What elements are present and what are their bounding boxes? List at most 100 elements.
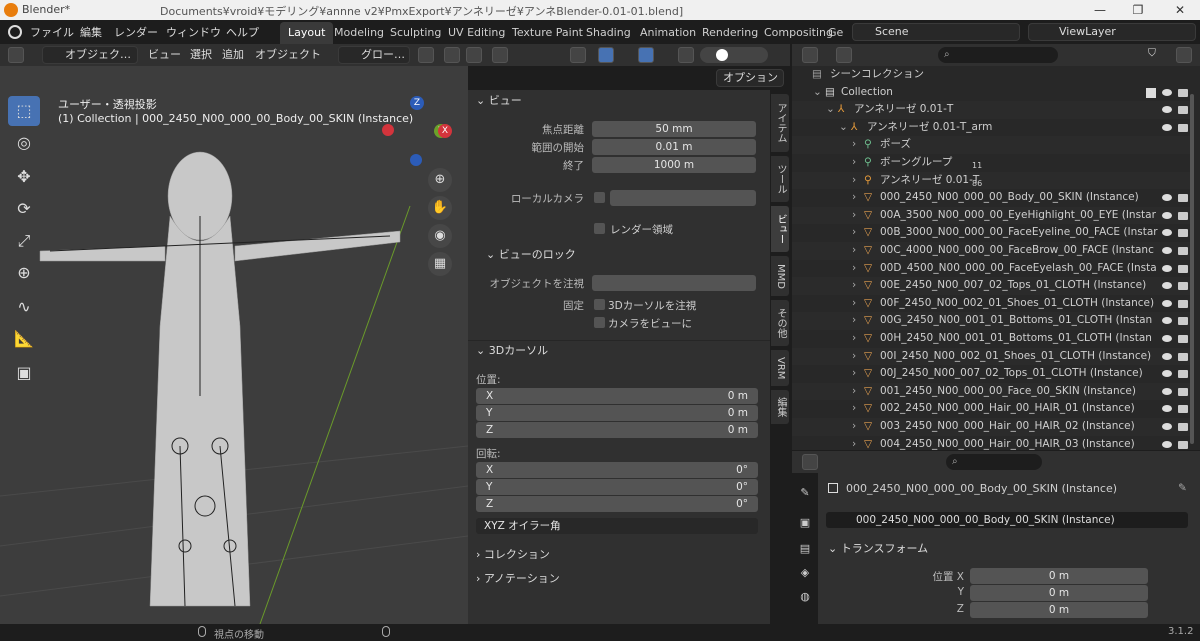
ortho-grid-icon[interactable]: ▦ [428,252,452,276]
scale-tool[interactable]: ⤢ [8,226,40,256]
cursor-loc-x[interactable]: X 0 m [476,388,758,404]
camera-render-icon[interactable] [1178,211,1188,220]
tab-vrm[interactable]: VRM [771,350,789,386]
outliner-row[interactable]: ⌄ ⅄ アンネリーゼ 0.01-T [792,101,1192,119]
rotate-tool[interactable]: ⟳ [8,194,40,224]
camera-render-icon[interactable] [1178,387,1188,396]
outliner-row[interactable]: › ▽ 000_2450_N00_000_00_Body_00_SKIN (Inst… [792,189,1192,207]
transform-section-header[interactable]: ⌄ トランスフォーム [828,538,928,560]
outliner-search-input[interactable]: ⌕ [938,47,1058,63]
move-tool[interactable]: ✥ [8,162,40,192]
camera-render-icon[interactable] [1178,106,1188,115]
local-camera-field[interactable] [610,190,756,206]
expand-arrow-icon[interactable]: ⌄ [826,101,835,119]
outliner-row[interactable]: › ▽ 001_2450_N00_000_00_Face_00_SKIN (Inst… [792,382,1192,401]
eye-icon[interactable] [1162,194,1172,202]
gizmo-z-axis[interactable]: Z [410,96,424,110]
tab-shading[interactable]: Shading [578,22,639,44]
tab-uv-editing[interactable]: UV Editing [440,22,513,44]
camera-render-icon[interactable] [1178,352,1188,361]
camera-render-icon[interactable] [1178,299,1188,308]
clip-end-field[interactable]: 1000 m [592,157,756,173]
blender-menu-icon[interactable] [8,25,22,39]
visibility-icon[interactable] [570,47,586,63]
tool-settings-icon[interactable]: ✎ [798,486,812,500]
expand-arrow-icon[interactable]: › [852,207,856,225]
3d-cursor-header[interactable]: ⌄ 3Dカーソル [476,340,548,362]
menu-render[interactable]: レンダー [114,24,158,40]
eye-icon[interactable] [1162,247,1172,254]
gizmo-neg-x[interactable] [382,124,394,136]
expand-arrow-icon[interactable]: › [852,242,856,260]
outliner-row[interactable]: › ▽ 00D_4500_N00_000_00_FaceEyelash_00_FAC… [792,260,1192,278]
outliner-row[interactable]: › ⚲ ボーングループ 11 [792,154,1192,172]
outliner-row[interactable]: › ▽ 002_2450_N00_000_Hair_00_HAIR_01 (Inst… [792,400,1192,418]
camera-render-icon[interactable] [1178,194,1188,203]
menu-add[interactable]: 追加 [222,47,244,63]
cursor-rot-x[interactable]: X 0° [476,462,758,478]
tab-view[interactable]: ビュー [771,206,789,252]
camera-render-icon[interactable] [1178,423,1188,431]
camera-render-icon[interactable] [1178,405,1188,414]
pin-icon[interactable]: ✎ [1178,482,1187,494]
scene-selector[interactable]: Scene [852,23,1020,41]
snap-target-icon[interactable] [466,47,482,63]
shading-modes[interactable] [700,47,768,63]
scene-collection-row[interactable]: ▤ シーンコレクション [792,66,1192,84]
local-camera-checkbox[interactable] [594,192,605,203]
eye-icon[interactable] [1162,370,1172,378]
expand-arrow-icon[interactable]: › [852,224,856,242]
eye-icon[interactable] [1162,387,1172,395]
rotation-mode-dropdown[interactable]: XYZ オイラー角 [476,518,758,534]
outliner-row[interactable]: › ▽ 00C_4000_N00_000_00_FaceBrow_00_FACE (… [792,242,1192,260]
gizmo-neg-z[interactable] [410,154,422,166]
overlay-icon[interactable] [638,47,654,63]
camera-render-icon[interactable] [1178,88,1188,97]
expand-arrow-icon[interactable]: › [852,312,856,330]
camera-render-icon[interactable] [1178,282,1188,291]
eye-icon[interactable] [1162,123,1172,131]
outliner-editor-icon[interactable] [802,47,818,63]
render-props-icon[interactable]: ▣ [798,516,812,530]
pivot-icon[interactable] [418,47,434,63]
expand-arrow-icon[interactable]: › [852,189,856,207]
properties-search-input[interactable]: ⌕ [946,454,1042,470]
gizmo-x-axis[interactable]: X [438,124,452,138]
xray-icon[interactable] [678,47,694,63]
camera-render-icon[interactable] [1178,264,1188,273]
select-box-tool[interactable]: ⬚ [8,96,40,126]
menu-window[interactable]: ウィンドウ [166,24,221,40]
filter-icon[interactable]: ⛉ [1148,47,1156,60]
viewlayer-selector[interactable]: ViewLayer [1028,23,1196,41]
outliner-row[interactable]: › ▽ 00A_3500_N00_000_00_EyeHighlight_00_EY… [792,206,1192,225]
cursor-tool[interactable]: ◎ [8,128,40,158]
tab-tool[interactable]: ツール [771,156,789,202]
expand-arrow-icon[interactable]: › [852,295,856,313]
minimize-button[interactable]: — [1080,1,1120,19]
eye-icon[interactable] [1162,264,1172,272]
tab-geometry-nodes[interactable]: Ge [826,22,845,44]
3d-viewport[interactable]: ユーザー・透視投影 (1) Collection | 000_2450_N00_… [0,66,468,624]
camera-view-icon[interactable]: ◉ [428,224,452,248]
cursor-rot-y[interactable]: Y 0° [476,479,758,495]
measure-tool[interactable]: 📐 [8,324,40,354]
camera-render-icon[interactable] [1178,317,1188,326]
menu-help[interactable]: ヘルプ [226,24,259,40]
display-mode-icon[interactable] [836,47,852,63]
outliner-row[interactable]: › ⚲ ポーズ [792,136,1192,154]
lock-object-field[interactable] [592,275,756,291]
tab-edit[interactable]: 編集 [771,390,789,424]
camera-render-icon[interactable] [1178,370,1188,379]
menu-object[interactable]: オブジェクト [255,47,321,63]
world-props-icon[interactable]: ◍ [798,590,812,604]
camera-render-icon[interactable] [1178,123,1188,132]
focal-length-field[interactable]: 50 mm [592,121,756,137]
mode-selector[interactable]: オブジェク… [42,46,138,64]
snap-icon[interactable] [444,47,460,63]
eye-icon[interactable] [1162,211,1172,219]
cursor-rot-z[interactable]: Z 0° [476,496,758,512]
transform-tool[interactable]: ⊕ [8,258,40,288]
camera-render-icon[interactable] [1178,247,1188,255]
view-section-header[interactable]: ⌄ ビュー [476,90,522,112]
proportional-edit-icon[interactable] [492,47,508,63]
